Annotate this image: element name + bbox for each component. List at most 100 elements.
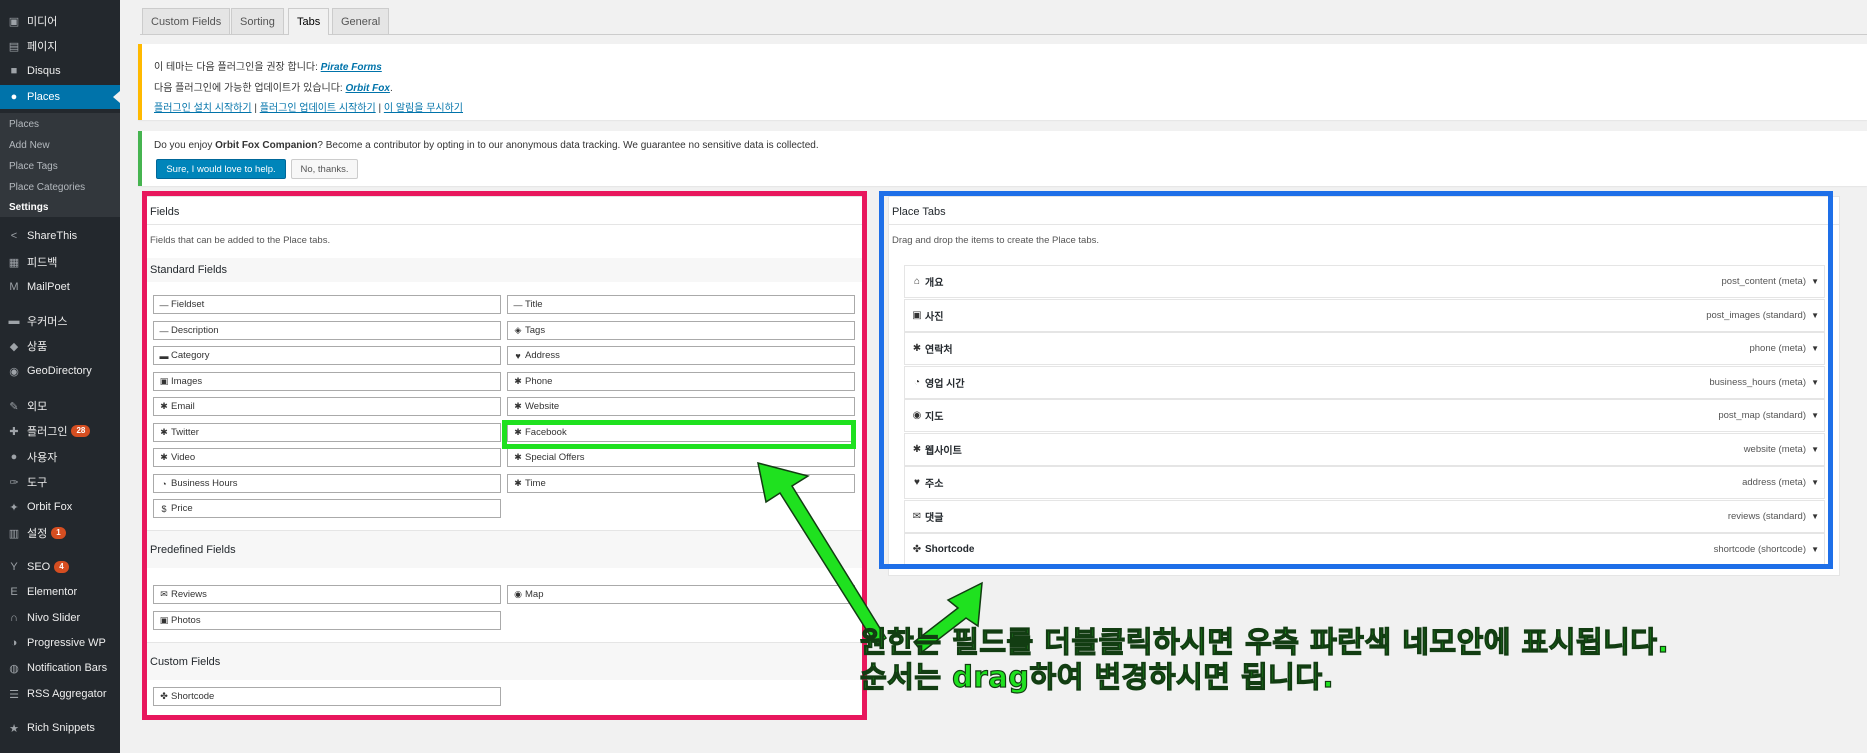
gear-icon: ✱	[514, 401, 522, 411]
tab-tabs[interactable]: Tabs	[288, 8, 330, 35]
nav-disqus[interactable]: ■ Disqus	[0, 59, 120, 83]
tab-custom-fields[interactable]: Custom Fields	[142, 8, 231, 34]
product-icon: ◆	[9, 340, 19, 353]
orbit-fox-link[interactable]: Orbit Fox	[345, 83, 389, 94]
pin-icon: ♥	[515, 350, 521, 361]
cubes-icon: ✤	[912, 544, 922, 555]
place-tab-item[interactable]: ◔ 영업 시간 business_hours (meta) ▼	[904, 366, 1825, 399]
field-title[interactable]: — Title	[507, 295, 855, 314]
field-photos[interactable]: ▣ Photos	[153, 611, 501, 630]
nav-settings[interactable]: ▥ 설정 1	[0, 521, 120, 545]
plugin-icon: ✚	[9, 425, 19, 438]
field-fieldset[interactable]: — Fieldset	[153, 295, 501, 314]
field-website[interactable]: ✱ Website	[507, 397, 855, 416]
minus-icon: —	[159, 299, 169, 310]
place-tab-item[interactable]: ▣ 사진 post_images (standard) ▼	[904, 299, 1825, 332]
caret-down-icon[interactable]: ▼	[1811, 545, 1819, 554]
divider	[145, 224, 863, 225]
nav-orbit-fox[interactable]: ✦ Orbit Fox	[0, 495, 120, 519]
nav-appearance[interactable]: ✎ 외모	[0, 394, 120, 418]
place-tab-item[interactable]: ✉ 댓글 reviews (standard) ▼	[904, 500, 1825, 533]
predefined-fields-header	[146, 530, 862, 568]
nav-elementor[interactable]: E Elementor	[0, 580, 120, 604]
field-time[interactable]: ✱ Time	[507, 474, 855, 493]
image-icon: ▣	[159, 376, 169, 386]
caret-down-icon[interactable]: ▼	[1811, 512, 1819, 521]
nav-rich-snippets[interactable]: ★ Rich Snippets	[0, 716, 120, 740]
divider	[146, 642, 862, 643]
nav-feedback[interactable]: ▦ 피드백	[0, 250, 120, 274]
place-tab-item[interactable]: ⌂ 개요 post_content (meta) ▼	[904, 265, 1825, 298]
submenu-places[interactable]: Places	[0, 119, 120, 130]
field-twitter[interactable]: ✱ Twitter	[153, 423, 501, 442]
place-tab-item[interactable]: ♥ 주소 address (meta) ▼	[904, 466, 1825, 499]
nav-seo[interactable]: Y SEO 4	[0, 555, 120, 579]
field-map[interactable]: ◉ Map	[507, 585, 855, 604]
caret-down-icon[interactable]: ▼	[1811, 478, 1819, 487]
image-icon: ▣	[159, 615, 169, 625]
nav-products[interactable]: ◆ 상품	[0, 334, 120, 358]
caret-down-icon[interactable]: ▼	[1811, 378, 1819, 387]
comments-icon: ✉	[160, 589, 168, 599]
nav-plugins[interactable]: ✚ 플러그인 28	[0, 419, 120, 443]
field-special-offers[interactable]: ✱ Special Offers	[507, 448, 855, 467]
field-images[interactable]: ▣ Images	[153, 372, 501, 391]
tab-general[interactable]: General	[332, 8, 390, 34]
dismiss-notice-link[interactable]: 이 알림을 무시하기	[384, 103, 463, 114]
field-email[interactable]: ✱ Email	[153, 397, 501, 416]
submenu-settings[interactable]: Settings	[0, 202, 120, 213]
nav-geodirectory[interactable]: ◉ GeoDirectory	[0, 359, 120, 383]
place-tab-item[interactable]: ✱ 연락처 phone (meta) ▼	[904, 332, 1825, 365]
field-business-hours[interactable]: ◔ Business Hours	[153, 474, 501, 493]
nav-users[interactable]: ● 사용자	[0, 445, 120, 469]
caret-down-icon[interactable]: ▼	[1811, 445, 1819, 454]
caret-down-icon[interactable]: ▼	[1811, 344, 1819, 353]
elementor-icon: E	[10, 586, 18, 598]
nav-sharethis[interactable]: < ShareThis	[0, 224, 120, 248]
nav-notification-bars[interactable]: ◍ Notification Bars	[0, 656, 120, 680]
nav-progressive-wp[interactable]: ◑ Progressive WP	[0, 631, 120, 655]
fox-icon: ✦	[9, 501, 19, 514]
divider	[888, 224, 1840, 225]
install-plugins-link[interactable]: 플러그인 설치 시작하기	[154, 103, 252, 114]
place-tab-item[interactable]: ✤ Shortcode shortcode (shortcode) ▼	[904, 533, 1825, 566]
nav-nivo-slider[interactable]: ∩ Nivo Slider	[0, 606, 120, 630]
nav-places[interactable]: ● Places	[0, 85, 120, 109]
caret-down-icon[interactable]: ▼	[1811, 277, 1819, 286]
field-video[interactable]: ✱ Video	[153, 448, 501, 467]
decline-tracking-button[interactable]: No, thanks.	[291, 159, 358, 179]
gear-icon: ✱	[160, 452, 168, 462]
caret-down-icon[interactable]: ▼	[1811, 311, 1819, 320]
field-tags[interactable]: ◈ Tags	[507, 321, 855, 340]
field-shortcode[interactable]: ✤ Shortcode	[153, 687, 501, 706]
fields-panel-title: Fields	[150, 206, 180, 218]
place-tab-item[interactable]: ✱ 웹사이트 website (meta) ▼	[904, 433, 1825, 466]
nav-media[interactable]: ▣ 미디어	[0, 9, 120, 33]
submenu-add-new[interactable]: Add New	[0, 140, 120, 151]
nav-woocommerce[interactable]: ▬ 우커머스	[0, 309, 120, 333]
wrench-icon: ✑	[9, 476, 19, 489]
feedback-icon: ▦	[8, 256, 20, 269]
woocommerce-icon: ▬	[8, 315, 20, 327]
field-facebook[interactable]: ✱ Facebook	[507, 423, 855, 442]
field-phone[interactable]: ✱ Phone	[507, 372, 855, 391]
field-description[interactable]: — Description	[153, 321, 501, 340]
settings-icon: ▥	[8, 527, 20, 540]
submenu-place-categories[interactable]: Place Categories	[0, 182, 120, 193]
tab-sorting[interactable]: Sorting	[231, 8, 284, 34]
comments-icon: ✉	[912, 511, 922, 522]
nav-tools[interactable]: ✑ 도구	[0, 470, 120, 494]
field-price[interactable]: $ Price	[153, 499, 501, 518]
caret-down-icon[interactable]: ▼	[1811, 411, 1819, 420]
submenu-place-tags[interactable]: Place Tags	[0, 161, 120, 172]
field-address[interactable]: ♥ Address	[507, 346, 855, 365]
nav-pages[interactable]: ▤ 페이지	[0, 34, 120, 58]
update-plugins-link[interactable]: 플러그인 업데이트 시작하기	[260, 103, 376, 114]
field-reviews[interactable]: ✉ Reviews	[153, 585, 501, 604]
pirate-forms-link[interactable]: Pirate Forms	[321, 62, 382, 73]
nav-mailpoet[interactable]: M MailPoet	[0, 275, 120, 299]
field-category[interactable]: ▬ Category	[153, 346, 501, 365]
accept-tracking-button[interactable]: Sure, I would love to help.	[156, 159, 286, 179]
nav-rss-aggregator[interactable]: ☰ RSS Aggregator	[0, 682, 120, 706]
place-tab-item[interactable]: ◉ 지도 post_map (standard) ▼	[904, 399, 1825, 432]
